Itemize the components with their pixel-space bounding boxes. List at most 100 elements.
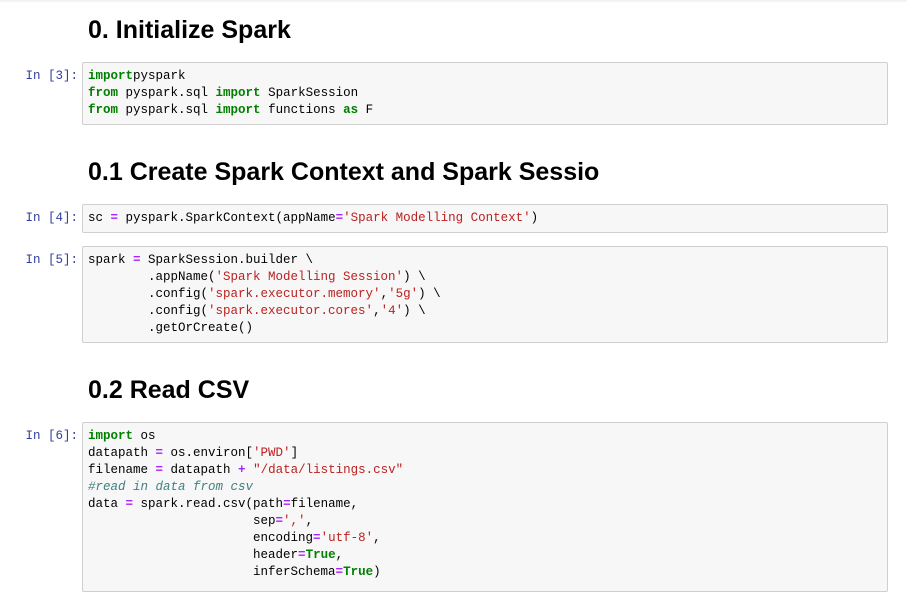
input-prompt: In [3]: (25, 69, 78, 83)
operator-token: = (133, 253, 141, 267)
string-token: 'utf-8' (320, 531, 374, 545)
string-token: "/data/listings.csv" (253, 463, 404, 477)
code-token: filename, (290, 497, 359, 511)
code-token: sep (88, 514, 276, 528)
section-heading-initialize-spark: 0. Initialize Spark (88, 16, 291, 44)
input-prompt: In [4]: (25, 211, 78, 225)
string-token: 'spark.executor.memory' (208, 287, 381, 301)
string-token: 'spark.executor.cores' (208, 304, 374, 318)
code-line: import os (88, 428, 882, 445)
code-line: importpyspark (88, 68, 882, 85)
code-line: header=True, (88, 547, 882, 564)
operator-token: = (155, 446, 164, 460)
code-line: inferSchema=True) (88, 564, 882, 581)
code-token: , (335, 548, 344, 562)
code-line: data = spark.read.csv(path=filename, (88, 496, 882, 513)
keyword-token: import (88, 69, 134, 83)
code-line: spark = SparkSession.builder \ (88, 252, 882, 269)
code-token: datapath (88, 446, 156, 460)
code-token: .config( (88, 287, 209, 301)
code-line: #read in data from csv (88, 479, 882, 496)
code-token: ] (290, 446, 299, 460)
keyword-token: as (343, 103, 359, 117)
keyword-token: from (88, 103, 119, 117)
code-token: os.environ[ (163, 446, 254, 460)
code-cell-imports[interactable]: importpyspark from pyspark.sql import Spa… (82, 62, 888, 125)
code-token: F (358, 103, 374, 117)
code-token: spark.read.csv(path (133, 497, 284, 511)
keyword-token: import (215, 103, 261, 117)
string-token: 'Spark Modelling Session' (215, 270, 404, 284)
code-line: from pyspark.sql import functions as F (88, 102, 882, 119)
code-token: pyspark.sql (118, 103, 216, 117)
code-token: datapath (163, 463, 239, 477)
keyword-token: import (215, 86, 261, 100)
code-token: SparkSession (260, 86, 359, 100)
code-line: sep=',', (88, 513, 882, 530)
code-token: sc (88, 211, 111, 225)
code-token: ) \ (418, 287, 441, 301)
keyword-token: from (88, 86, 119, 100)
code-cell-spark-context[interactable]: sc = pyspark.SparkContext(appName='Spark… (82, 204, 888, 233)
operator-token: = (110, 211, 119, 225)
code-token: ) \ (403, 304, 426, 318)
code-token: header (88, 548, 299, 562)
section-heading-read-csv: 0.2 Read CSV (88, 376, 250, 404)
code-line: .appName('Spark Modelling Session') \ (88, 269, 882, 286)
code-token: inferSchema (88, 565, 336, 579)
string-token: 'Spark Modelling Context' (343, 211, 531, 225)
string-token: 'PWD' (253, 446, 291, 460)
code-token: , (373, 304, 381, 318)
comment-token: #read in data from csv (88, 480, 254, 494)
code-token: .appName( (88, 270, 216, 284)
code-token: os (133, 429, 156, 443)
code-token: , (380, 287, 389, 301)
keyword-token: True (305, 548, 336, 562)
code-token: spark (88, 253, 134, 267)
code-line: .getOrCreate() (88, 320, 882, 337)
operator-token: + (238, 463, 246, 477)
code-token: , (373, 531, 381, 545)
code-line: .config('spark.executor.memory','5g') \ (88, 286, 882, 303)
code-token: SparkSession.builder \ (140, 253, 314, 267)
code-token: ) (373, 565, 381, 579)
section-heading-create-context: 0.1 Create Spark Context and Spark Sessi… (88, 158, 600, 186)
operator-token: = (275, 514, 284, 528)
code-token: ) (530, 211, 539, 225)
input-prompt: In [6]: (25, 429, 78, 443)
code-line: sc = pyspark.SparkContext(appName='Spark… (88, 210, 882, 227)
operator-token: = (125, 497, 134, 511)
code-token: , (305, 514, 314, 528)
code-token: pyspark (133, 69, 186, 83)
code-cell-read-csv[interactable]: import os datapath = os.environ['PWD'] fil… (82, 422, 888, 592)
top-divider (0, 0, 907, 3)
code-token: data (88, 497, 126, 511)
code-token: filename (88, 463, 156, 477)
operator-token: = (335, 565, 344, 579)
string-token: '5g' (388, 287, 419, 301)
keyword-token: import (88, 429, 134, 443)
code-line: encoding='utf-8', (88, 530, 882, 547)
code-line: filename = datapath + "/data/listings.cs… (88, 462, 882, 479)
string-token: '4' (380, 304, 404, 318)
code-token: encoding (88, 531, 314, 545)
keyword-token: True (343, 565, 374, 579)
operator-token: = (298, 548, 306, 562)
code-line: .config('spark.executor.cores','4') \ (88, 303, 882, 320)
input-prompt: In [5]: (25, 253, 78, 267)
code-token: ) \ (403, 270, 426, 284)
operator-token: = (313, 531, 321, 545)
code-token: functions (260, 103, 344, 117)
code-token: pyspark.SparkContext(appName (118, 211, 336, 225)
operator-token: = (335, 211, 344, 225)
code-line: datapath = os.environ['PWD'] (88, 445, 882, 462)
operator-token: = (155, 463, 164, 477)
code-token: .config( (88, 304, 209, 318)
code-line: from pyspark.sql import SparkSession (88, 85, 882, 102)
code-token: pyspark.sql (118, 86, 216, 100)
operator-token: = (283, 497, 291, 511)
string-token: ',' (283, 514, 306, 528)
code-cell-spark-session[interactable]: spark = SparkSession.builder \ .appName(… (82, 246, 888, 343)
code-token: .getOrCreate() (88, 321, 254, 335)
